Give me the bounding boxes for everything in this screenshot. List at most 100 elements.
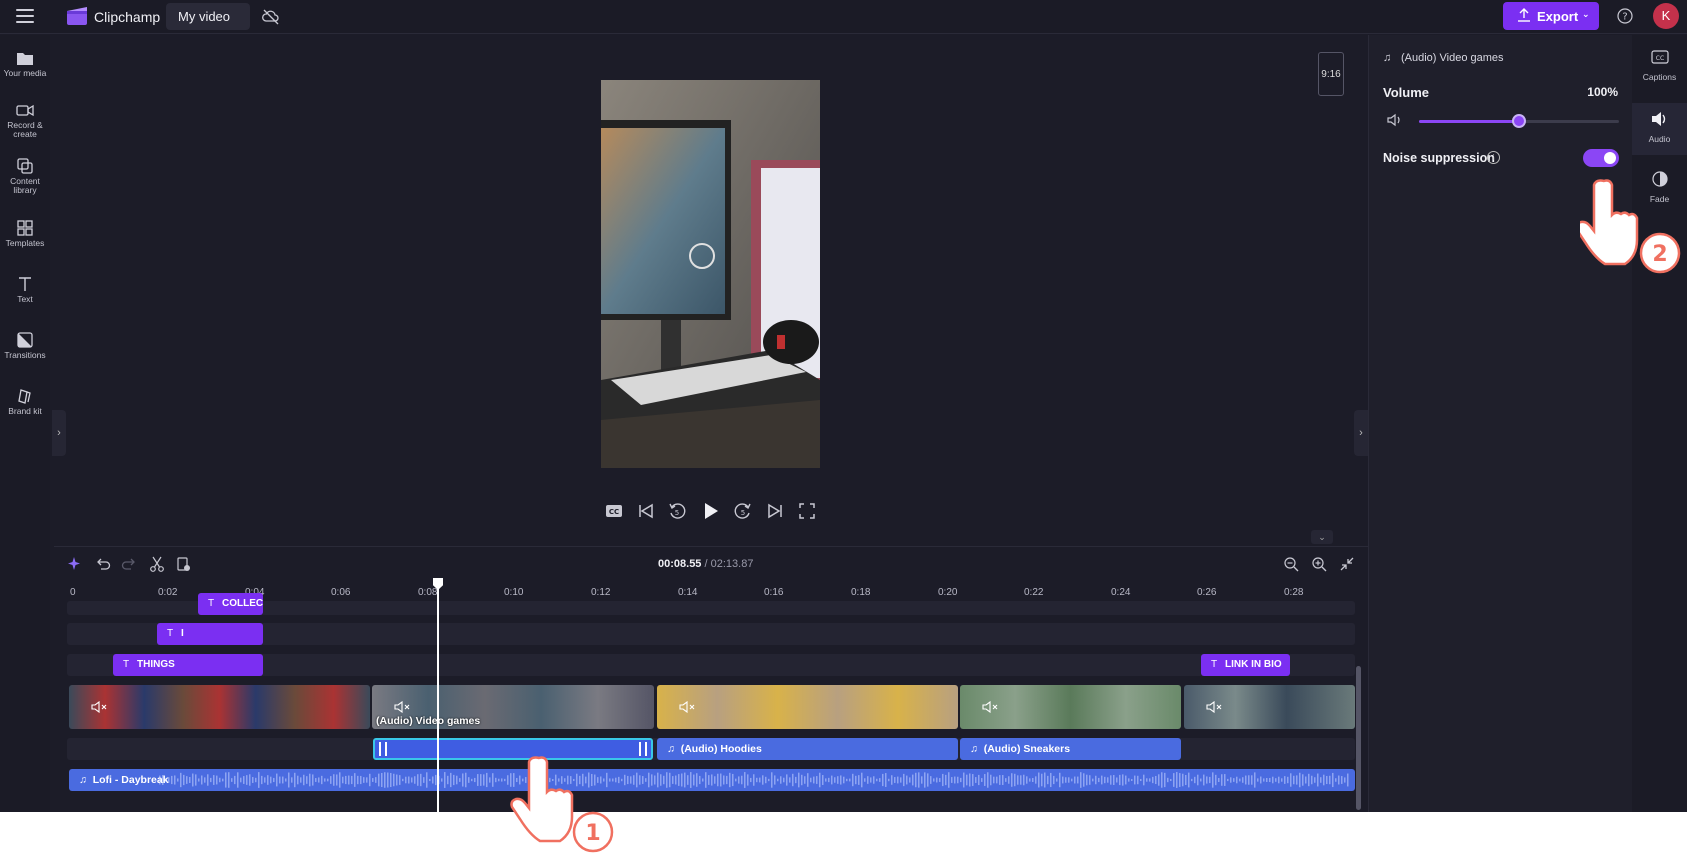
audio-clip-sneakers[interactable]: ♫ (Audio) Sneakers xyxy=(960,738,1181,760)
volume-slider-thumb[interactable] xyxy=(1512,114,1526,128)
skip-back-icon[interactable] xyxy=(635,500,657,522)
waveform-bar xyxy=(987,772,989,788)
play-icon[interactable] xyxy=(699,500,721,522)
waveform-bar xyxy=(465,772,467,788)
magic-sparkle-icon[interactable] xyxy=(66,555,84,573)
video-clip-video-games[interactable]: (Audio) Video games xyxy=(372,685,654,729)
waveform-bar xyxy=(1134,775,1136,785)
help-icon[interactable]: ? xyxy=(1616,7,1634,25)
volume-slider[interactable] xyxy=(1419,114,1619,128)
waveform-bar xyxy=(1107,777,1109,783)
audio-clip-hoodies[interactable]: ♫ (Audio) Hoodies xyxy=(657,738,958,760)
delete-icon[interactable] xyxy=(174,555,192,573)
volume-label: Volume xyxy=(1383,85,1429,100)
video-clip[interactable] xyxy=(1184,685,1355,729)
sidebar-item-text[interactable]: Text xyxy=(0,275,50,304)
undo-icon[interactable] xyxy=(94,555,112,573)
waveform-bar xyxy=(1035,776,1037,784)
waveform-bar xyxy=(1329,775,1331,785)
sidebar-item-record-create[interactable]: Record & create xyxy=(0,101,50,139)
rail-item-captions[interactable]: CC Captions xyxy=(1632,49,1687,99)
trim-handle-left[interactable] xyxy=(379,742,387,756)
waveform-bar xyxy=(1326,775,1328,785)
waveform-bar xyxy=(1251,775,1253,785)
rail-item-audio[interactable]: Audio xyxy=(1632,103,1687,155)
text-clip[interactable]: TI xyxy=(157,623,263,645)
captions-toggle-icon[interactable]: CC xyxy=(603,500,625,522)
ruler-tick: 0:10 xyxy=(504,587,524,598)
waveform-bar xyxy=(684,772,686,788)
ruler-tick: 0:22 xyxy=(1024,587,1044,598)
waveform-bar xyxy=(879,778,881,782)
trim-handle-right[interactable] xyxy=(639,742,647,756)
skip-forward-icon[interactable] xyxy=(764,500,786,522)
sidebar-item-brand-kit[interactable]: Brand kit xyxy=(0,387,50,416)
right-rail: CC Captions Audio Fade xyxy=(1632,35,1687,812)
templates-icon xyxy=(17,220,33,236)
zoom-in-icon[interactable] xyxy=(1310,555,1328,573)
waveform-bar xyxy=(840,775,842,785)
waveform-bar xyxy=(1104,776,1106,784)
fullscreen-icon[interactable] xyxy=(796,500,818,522)
waveform-bar xyxy=(183,774,185,786)
waveform-bar xyxy=(1332,772,1334,788)
playhead-line[interactable] xyxy=(437,582,439,812)
noise-suppression-toggle[interactable] xyxy=(1583,149,1619,167)
video-title-input[interactable]: My video xyxy=(166,3,250,30)
aspect-ratio-button[interactable]: 9:16 xyxy=(1318,52,1344,96)
waveform-bar xyxy=(357,775,359,785)
zoom-out-icon[interactable] xyxy=(1282,555,1300,573)
waveform-bar xyxy=(891,775,893,785)
sidebar-item-content-library[interactable]: Content library xyxy=(0,157,50,195)
split-scissors-icon[interactable] xyxy=(148,555,166,573)
music-note-icon: ♫ xyxy=(667,743,681,755)
waveform-bar xyxy=(201,775,203,785)
text-clip[interactable]: T COLLEC xyxy=(198,593,263,615)
sidebar-item-templates[interactable]: Templates xyxy=(0,219,50,248)
music-clip[interactable]: ♫ Lofi - Daybreak xyxy=(69,769,1355,791)
expand-left-panel-button[interactable]: › xyxy=(52,410,66,456)
speaker-icon[interactable] xyxy=(1387,113,1403,127)
redo-icon[interactable] xyxy=(120,555,138,573)
export-button[interactable]: Export ⌄ xyxy=(1503,2,1599,30)
video-clip[interactable] xyxy=(657,685,958,729)
video-clip[interactable] xyxy=(69,685,370,729)
cloud-off-icon[interactable] xyxy=(262,8,280,26)
sidebar-item-transitions[interactable]: Transitions xyxy=(0,331,50,360)
waveform-bar xyxy=(453,774,455,786)
waveform-bar xyxy=(459,778,461,782)
waveform-bar xyxy=(837,776,839,784)
video-preview-frame xyxy=(601,80,820,468)
timeline-scrollbar[interactable] xyxy=(1356,666,1361,810)
hand-pointer-icon-step-1: 1 xyxy=(510,756,614,853)
text-clip[interactable]: T THINGS xyxy=(113,654,263,676)
waveform-bar xyxy=(1008,776,1010,784)
sidebar-item-your-media[interactable]: Your media xyxy=(0,49,50,78)
waveform-bar xyxy=(927,773,929,787)
audio-clip-label: (Audio) Hoodies xyxy=(680,743,762,755)
fit-timeline-icon[interactable] xyxy=(1338,555,1356,573)
waveform-bar xyxy=(660,774,662,786)
collapse-timeline-button[interactable]: ⌄ xyxy=(1311,530,1333,544)
waveform-bar xyxy=(303,774,305,786)
toggle-knob xyxy=(1604,152,1616,164)
muted-speaker-icon xyxy=(1206,701,1222,713)
waveform-bar xyxy=(756,777,758,783)
waveform-bar xyxy=(480,774,482,786)
waveform-bar xyxy=(1284,776,1286,784)
text-clip[interactable]: T LINK IN BIO xyxy=(1201,654,1290,676)
avatar[interactable]: K xyxy=(1653,3,1679,29)
waveform-bar xyxy=(1110,775,1112,785)
rewind-5-icon[interactable]: 5 xyxy=(666,500,688,522)
waveform-bar xyxy=(330,776,332,784)
forward-5-icon[interactable]: 5 xyxy=(732,500,754,522)
expand-right-panel-button[interactable]: › xyxy=(1354,410,1368,456)
waveform-bar xyxy=(1230,777,1232,783)
info-icon[interactable]: i xyxy=(1487,151,1500,164)
menu-icon[interactable] xyxy=(16,9,34,23)
waveform-bar xyxy=(342,776,344,784)
clipchamp-logo-icon xyxy=(67,7,87,25)
video-clip[interactable] xyxy=(960,685,1181,729)
waveform-bar xyxy=(831,775,833,785)
ruler-tick: 0:18 xyxy=(851,587,871,598)
